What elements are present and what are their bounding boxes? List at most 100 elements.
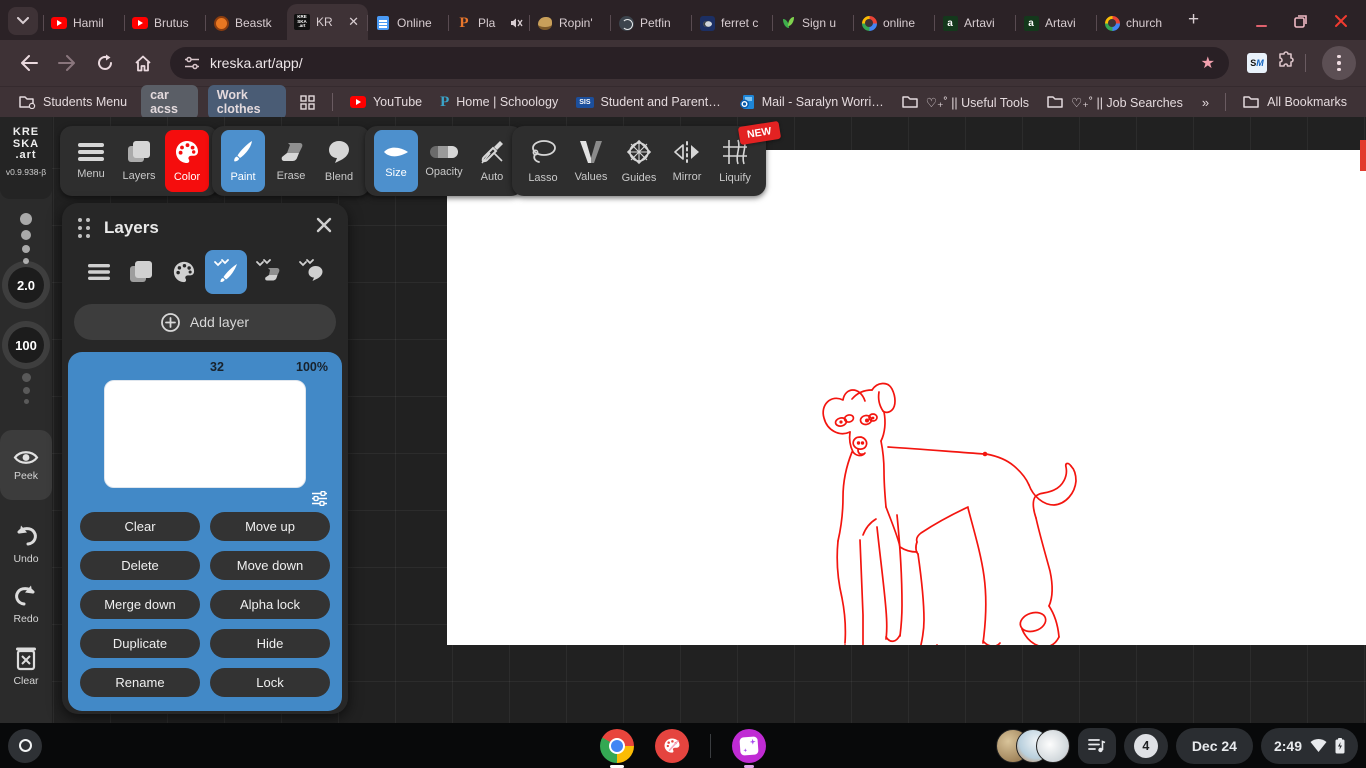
- browser-menu-button[interactable]: [1322, 46, 1356, 80]
- tab-planner[interactable]: P Pla: [448, 6, 530, 40]
- lasso-icon: [532, 139, 556, 163]
- tab-hamil[interactable]: Hamil: [43, 6, 125, 40]
- canvas-app-button[interactable]: [655, 728, 689, 763]
- button-label: Values: [574, 170, 608, 183]
- bookmark-pill-work-clothes[interactable]: Work clothes: [207, 85, 287, 119]
- erase-button[interactable]: Erase: [269, 130, 313, 192]
- brush-size-knob[interactable]: 2.0: [2, 261, 50, 309]
- tab-signup[interactable]: Sign u: [772, 6, 854, 40]
- brush-opacity-knob[interactable]: 100: [2, 321, 50, 369]
- layer-move-up-button[interactable]: Move up: [210, 512, 330, 541]
- layer-lock-button[interactable]: Lock: [210, 668, 330, 697]
- bookmark-sis[interactable]: SIS Student and Parent…: [576, 95, 721, 109]
- tab-label: Hamil: [73, 16, 104, 30]
- auto-button[interactable]: Auto: [470, 130, 514, 192]
- user-avatars[interactable]: [995, 728, 1070, 764]
- layers-stack-button[interactable]: [120, 250, 162, 294]
- blend-button[interactable]: Blend: [317, 130, 361, 192]
- bookmark-schoology[interactable]: P Home | Schoology: [440, 94, 558, 111]
- new-tab-button[interactable]: +: [1188, 9, 1199, 31]
- guides-button[interactable]: Guides: [617, 130, 661, 192]
- bookmark-students-menu[interactable]: Students Menu: [19, 95, 127, 109]
- size-button[interactable]: Size: [374, 130, 418, 192]
- layer-alpha-lock-button[interactable]: Alpha lock: [210, 590, 330, 619]
- launcher-button[interactable]: [8, 728, 42, 763]
- sm-extension-icon[interactable]: SM: [1247, 53, 1267, 73]
- layer-item-selected[interactable]: 32 100% Clear Move up Delete Move down M…: [68, 352, 342, 711]
- bookmark-mail[interactable]: Mail - Saralyn Worri…: [739, 94, 884, 110]
- tab-church[interactable]: church: [1096, 6, 1178, 40]
- tab-kreska-active[interactable]: KRE SKA .art KR ✕: [287, 4, 368, 40]
- gallery-app-button[interactable]: [732, 728, 766, 768]
- add-layer-button[interactable]: Add layer: [74, 304, 336, 340]
- close-icon[interactable]: [1334, 14, 1348, 28]
- site-settings-icon[interactable]: [184, 56, 200, 70]
- layer-hide-button[interactable]: Hide: [210, 629, 330, 658]
- launcher-icon: [18, 739, 32, 752]
- paint-button[interactable]: Paint: [221, 130, 265, 192]
- layer-settings-button[interactable]: [80, 488, 330, 512]
- clear-canvas-button[interactable]: Clear: [0, 645, 52, 687]
- bookmark-folder-useful-tools[interactable]: ♡₊˚ || Useful Tools: [902, 95, 1029, 110]
- layer-duplicate-button[interactable]: Duplicate: [80, 629, 200, 658]
- home-button[interactable]: [128, 48, 158, 78]
- date-button[interactable]: Dec 24: [1175, 727, 1253, 764]
- layers-button[interactable]: Layers: [117, 130, 161, 192]
- opacity-button[interactable]: Opacity: [422, 130, 466, 192]
- drag-handle-icon[interactable]: [78, 217, 90, 238]
- extensions-button[interactable]: [1277, 50, 1297, 76]
- lasso-button[interactable]: Lasso: [521, 130, 565, 192]
- undo-button[interactable]: Undo: [0, 525, 52, 565]
- layer-erase-mode-button[interactable]: [247, 250, 289, 294]
- layer-clear-button[interactable]: Clear: [80, 512, 200, 541]
- tab-artavita-2[interactable]: a Artavi: [1015, 6, 1097, 40]
- tab-close-icon[interactable]: ✕: [346, 14, 361, 30]
- bookmark-folder-job-searches[interactable]: ♡₊˚ || Job Searches: [1047, 95, 1183, 110]
- values-button[interactable]: Values: [569, 130, 613, 192]
- color-button[interactable]: Color: [165, 130, 209, 192]
- reload-button[interactable]: [90, 48, 120, 78]
- tab-ropin[interactable]: Ropin': [529, 6, 611, 40]
- all-bookmarks-button[interactable]: All Bookmarks: [1243, 95, 1347, 109]
- tab-online-doc[interactable]: Online: [367, 6, 449, 40]
- minimize-icon[interactable]: [1255, 15, 1268, 28]
- peek-button[interactable]: Peek: [0, 430, 52, 500]
- tab-ferret[interactable]: ferret c: [691, 6, 773, 40]
- bookmark-star-icon[interactable]: ★: [1201, 53, 1215, 73]
- outlook-icon: [739, 95, 754, 109]
- menu-button[interactable]: Menu: [69, 130, 113, 192]
- chrome-shelf-button[interactable]: [600, 728, 634, 768]
- layer-merge-down-button[interactable]: Merge down: [80, 590, 200, 619]
- bookmark-pill-car-acss[interactable]: car acss: [141, 85, 198, 119]
- apps-grid-button[interactable]: [300, 94, 315, 110]
- layers-menu-button[interactable]: [78, 250, 120, 294]
- layer-paint-mode-button[interactable]: [204, 250, 248, 294]
- restore-icon[interactable]: [1294, 14, 1308, 28]
- tab-artavita-1[interactable]: a Artavi: [934, 6, 1016, 40]
- bookmark-youtube[interactable]: YouTube: [349, 95, 422, 109]
- layer-move-down-button[interactable]: Move down: [210, 551, 330, 580]
- close-panel-button[interactable]: [316, 217, 332, 238]
- mirror-button[interactable]: Mirror: [665, 130, 709, 192]
- tab-online-search[interactable]: online: [853, 6, 935, 40]
- back-button[interactable]: [14, 48, 44, 78]
- layer-rename-button[interactable]: Rename: [80, 668, 200, 697]
- tab-beast[interactable]: Beastk: [205, 6, 287, 40]
- drawing-canvas[interactable]: [447, 150, 1366, 645]
- tab-brutus[interactable]: Brutus: [124, 6, 206, 40]
- notification-counter[interactable]: 4: [1123, 727, 1168, 764]
- media-controls-button[interactable]: [1077, 727, 1116, 764]
- system-tray[interactable]: 2:49: [1260, 727, 1358, 764]
- url-text[interactable]: kreska.art/app/: [210, 55, 303, 71]
- redo-button[interactable]: Redo: [0, 585, 52, 625]
- forward-button[interactable]: [52, 48, 82, 78]
- layer-thumbnail[interactable]: [104, 380, 306, 488]
- layer-blend-mode-button[interactable]: [290, 250, 332, 294]
- tab-search-button[interactable]: [8, 7, 38, 35]
- bookmarks-overflow-button[interactable]: »: [1202, 95, 1209, 110]
- layer-delete-button[interactable]: Delete: [80, 551, 200, 580]
- layer-color-button[interactable]: [163, 250, 205, 294]
- artavita-icon: a: [1023, 15, 1039, 31]
- tab-petfinder[interactable]: Petfin: [610, 6, 692, 40]
- address-bar[interactable]: kreska.art/app/ ★: [170, 47, 1229, 79]
